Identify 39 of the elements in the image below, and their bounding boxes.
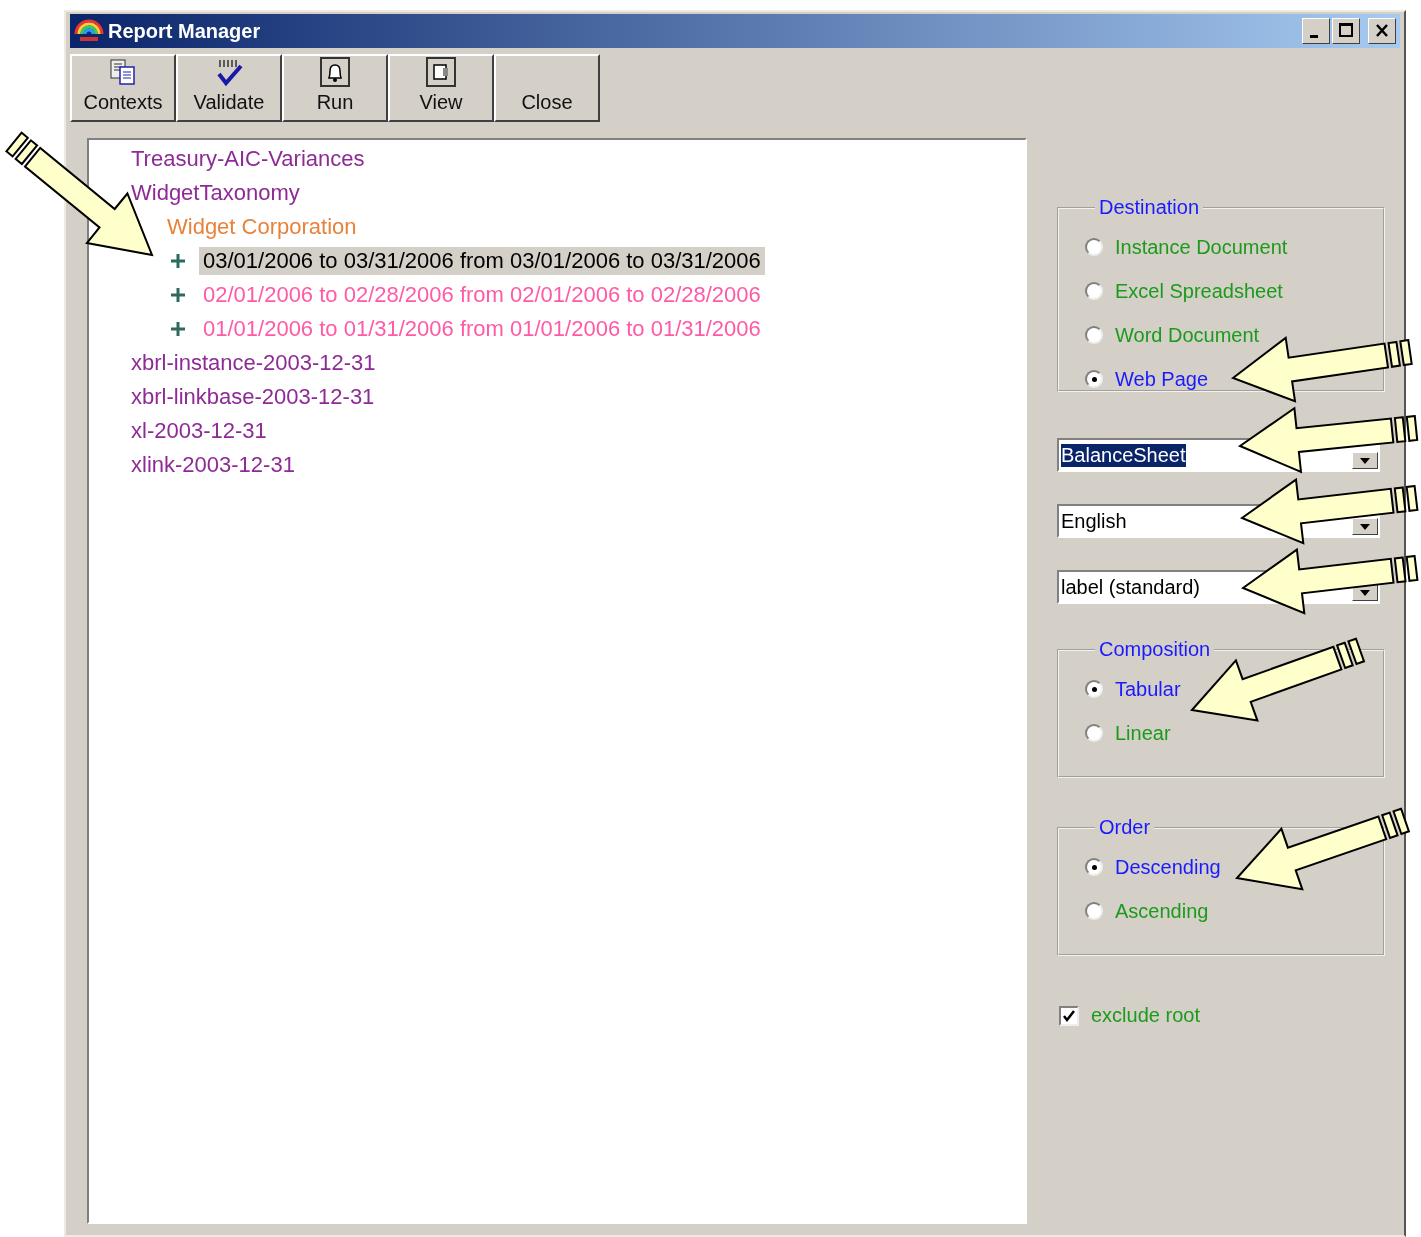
document-view-icon bbox=[426, 57, 456, 87]
minimize-button[interactable] bbox=[1302, 18, 1330, 44]
radio-button[interactable] bbox=[1085, 858, 1103, 876]
tree-item[interactable]: xbrl-linkbase-2003-12-31 bbox=[127, 383, 379, 411]
plus-icon[interactable] bbox=[169, 320, 187, 338]
radio-button[interactable] bbox=[1085, 238, 1103, 256]
plus-icon[interactable] bbox=[169, 286, 187, 304]
radio-button[interactable] bbox=[1085, 902, 1103, 920]
plus-icon[interactable] bbox=[169, 252, 187, 270]
radio-label[interactable]: Tabular bbox=[1115, 677, 1181, 701]
group-legend: Destination bbox=[1095, 196, 1204, 219]
radio-button[interactable] bbox=[1085, 680, 1103, 698]
toolbar-button[interactable]: Contexts bbox=[70, 54, 176, 122]
toolbar-button[interactable]: Close bbox=[494, 54, 600, 122]
radio-label[interactable]: Descending bbox=[1115, 855, 1221, 879]
radio-button[interactable] bbox=[1085, 724, 1103, 742]
radio-button[interactable] bbox=[1085, 370, 1103, 388]
maximize-button[interactable] bbox=[1332, 18, 1360, 44]
checkbox[interactable] bbox=[1059, 1005, 1079, 1026]
toolbar-button[interactable]: View bbox=[388, 54, 494, 122]
minimize-icon bbox=[1310, 34, 1318, 38]
tree-item[interactable]: xlink-2003-12-31 bbox=[127, 451, 299, 479]
tree-item[interactable]: WidgetTaxonomy bbox=[127, 179, 304, 207]
radio-button[interactable] bbox=[1085, 326, 1103, 344]
group-legend: Composition bbox=[1095, 638, 1215, 661]
rainbow-icon bbox=[74, 18, 104, 44]
tree-item[interactable]: xl-2003-12-31 bbox=[127, 417, 271, 445]
bell-icon bbox=[320, 57, 350, 87]
toolbar-button[interactable]: Validate bbox=[176, 54, 282, 122]
window-title: Report Manager bbox=[108, 19, 261, 43]
close-button[interactable] bbox=[1368, 18, 1396, 44]
radio-button[interactable] bbox=[1085, 282, 1103, 300]
tree-item[interactable]: xbrl-instance-2003-12-31 bbox=[127, 349, 380, 377]
tree-item[interactable]: 03/01/2006 to 03/31/2006 from 03/01/2006 to 03/31/2006 bbox=[199, 247, 765, 275]
documents-icon bbox=[108, 58, 138, 86]
group-legend: Order bbox=[1095, 816, 1155, 839]
toolbar-button[interactable]: Run bbox=[282, 54, 388, 122]
radio-label[interactable]: Web Page bbox=[1115, 367, 1209, 391]
tree-item[interactable]: Treasury-AIC-Variances bbox=[127, 145, 369, 173]
